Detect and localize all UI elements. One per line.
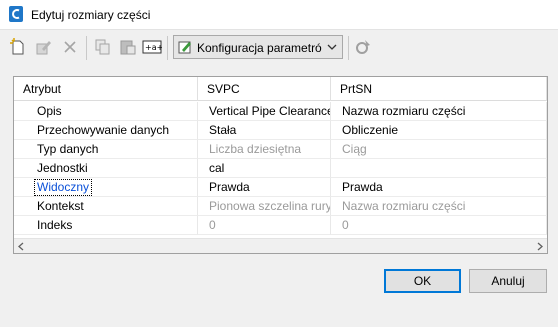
- attribute-label-selected[interactable]: Widoczny: [34, 179, 93, 196]
- attribute-label: Przechowywanie danych: [14, 121, 198, 140]
- edit-icon[interactable]: [33, 37, 53, 57]
- horizontal-scrollbar[interactable]: [14, 238, 547, 253]
- column-header-attribute[interactable]: Atrybut: [14, 77, 198, 101]
- ok-button[interactable]: OK: [384, 269, 461, 293]
- toolbar-separator: [348, 36, 349, 60]
- attribute-label: Jednostki: [14, 159, 198, 178]
- prtsn-value[interactable]: Prawda: [331, 178, 547, 197]
- prtsn-value: 0: [331, 216, 547, 235]
- svpc-value[interactable]: Prawda: [198, 178, 331, 197]
- svpc-value[interactable]: cal: [198, 159, 331, 178]
- toolbar-separator: [86, 36, 87, 60]
- column-header-prtsn[interactable]: PrtSN: [331, 77, 547, 101]
- grid-header: Atrybut SVPC PrtSN: [14, 77, 547, 101]
- attribute-label: Kontekst: [14, 197, 198, 216]
- app-icon: [9, 6, 23, 22]
- table-row[interactable]: Jednostki cal: [14, 159, 547, 178]
- rename-icon[interactable]: +a+: [142, 37, 162, 57]
- table-row-selected[interactable]: Widoczny Prawda Prawda: [14, 178, 547, 197]
- table-row[interactable]: Opis Vertical Pipe Clearance Nazwa rozmi…: [14, 102, 547, 121]
- size-parameters-grid: Atrybut SVPC PrtSN Opis Vertical Pipe Cl…: [13, 76, 548, 254]
- svpc-value: Pionowa szczelina rury: [198, 197, 331, 216]
- paste-icon[interactable]: [118, 37, 138, 57]
- table-row[interactable]: Typ danych Liczba dziesiętna Ciąg: [14, 140, 547, 159]
- configure-icon: [178, 41, 191, 54]
- toolbar: +a+ Konfiguracja parametró: [0, 31, 558, 65]
- delete-icon[interactable]: [60, 37, 80, 57]
- settings-icon[interactable]: [353, 37, 373, 57]
- prtsn-value[interactable]: [331, 159, 547, 178]
- attribute-label-cell: Widoczny: [14, 178, 198, 197]
- attribute-label: Typ danych: [14, 140, 198, 159]
- prtsn-value: Nazwa rozmiaru części: [331, 197, 547, 216]
- copy-icon[interactable]: [93, 37, 113, 57]
- new-icon[interactable]: [8, 37, 28, 57]
- svpc-value[interactable]: Vertical Pipe Clearance: [198, 102, 331, 121]
- attribute-label: Indeks: [14, 216, 198, 235]
- title-bar: Edytuj rozmiary części: [0, 0, 558, 30]
- svpc-value[interactable]: Stała: [198, 121, 331, 140]
- svpc-value: 0: [198, 216, 331, 235]
- prtsn-value: Ciąg: [331, 140, 547, 159]
- table-row[interactable]: Kontekst Pionowa szczelina rury Nazwa ro…: [14, 197, 547, 216]
- window-title: Edytuj rozmiary części: [31, 8, 151, 22]
- prtsn-value[interactable]: Nazwa rozmiaru części: [331, 102, 547, 121]
- attribute-label: Opis: [14, 102, 198, 121]
- table-row[interactable]: Indeks 0 0: [14, 216, 547, 235]
- table-row[interactable]: Przechowywanie danych Stała Obliczenie: [14, 121, 547, 140]
- configuration-dropdown[interactable]: Konfiguracja parametró: [173, 35, 343, 59]
- scroll-right-icon[interactable]: [536, 242, 544, 251]
- scroll-left-icon[interactable]: [17, 242, 25, 251]
- cancel-button[interactable]: Anuluj: [469, 269, 547, 293]
- svg-text:+a+: +a+: [145, 43, 162, 52]
- chevron-down-icon: [327, 44, 337, 50]
- prtsn-value[interactable]: Obliczenie: [331, 121, 547, 140]
- svpc-value: Liczba dziesiętna: [198, 140, 331, 159]
- configuration-label: Konfiguracja parametró: [197, 41, 322, 55]
- column-header-svpc[interactable]: SVPC: [198, 77, 331, 101]
- toolbar-separator: [167, 36, 168, 60]
